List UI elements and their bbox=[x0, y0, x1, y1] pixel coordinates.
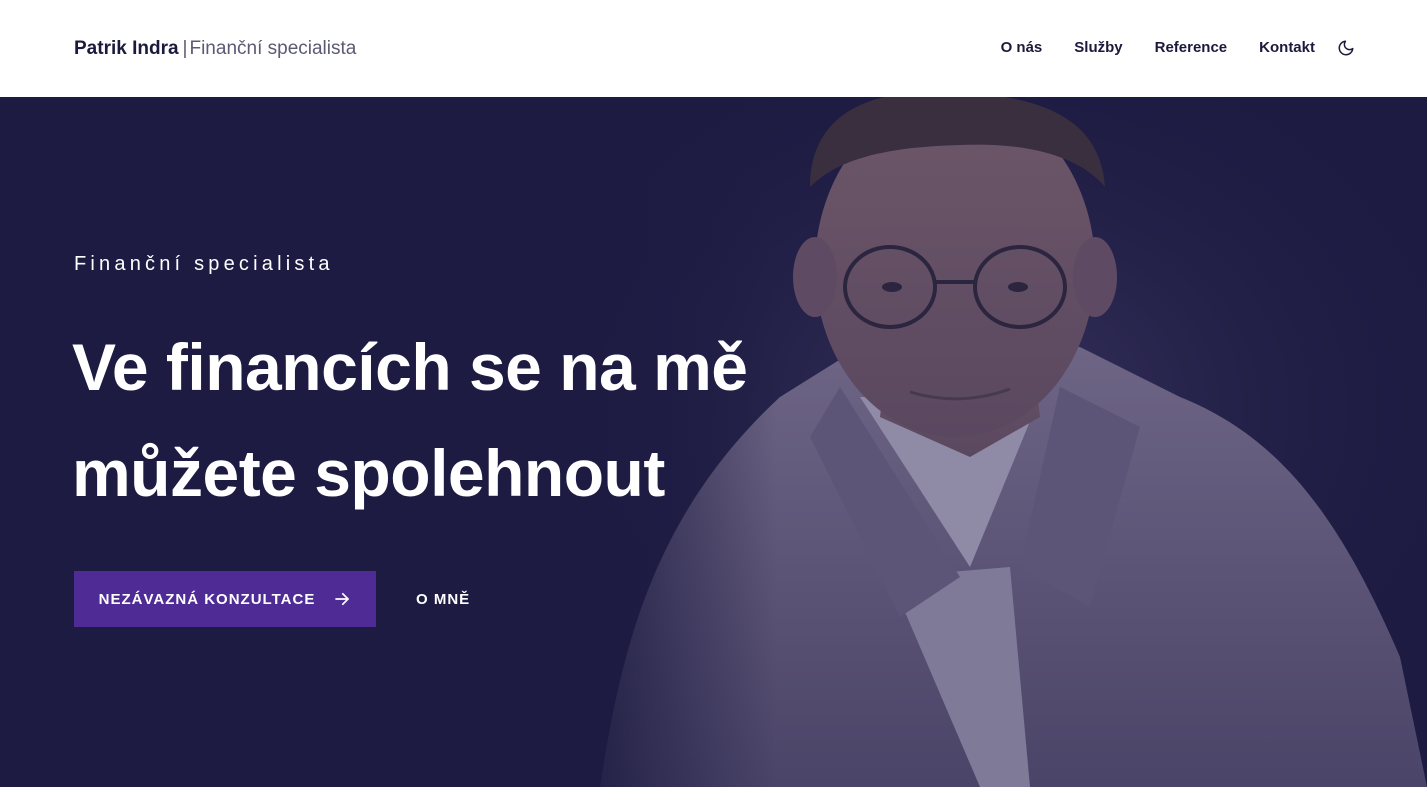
nav-item-reference[interactable]: Reference bbox=[1155, 36, 1228, 60]
nav-item-o-nas[interactable]: O nás bbox=[1001, 36, 1043, 60]
brand-separator: | bbox=[182, 38, 188, 59]
brand-name: Patrik Indra bbox=[74, 38, 179, 59]
theme-toggle-button[interactable] bbox=[1335, 37, 1357, 59]
hero-cta-row: NEZÁVAZNÁ KONZULTACE O MNĚ bbox=[74, 571, 470, 627]
free-consultation-label: NEZÁVAZNÁ KONZULTACE bbox=[98, 590, 316, 608]
moon-icon bbox=[1338, 40, 1354, 56]
hero-headline: Ve financích se na mě můžete spolehnout bbox=[72, 330, 748, 510]
brand-role: Finanční specialista bbox=[189, 38, 357, 59]
nav-item-sluzby[interactable]: Služby bbox=[1074, 36, 1122, 60]
brand-logo[interactable]: Patrik Indra | Finanční specialista bbox=[74, 37, 356, 61]
hero-section: Finanční specialista Ve financích se na … bbox=[0, 97, 1427, 787]
nav-item-kontakt[interactable]: Kontakt bbox=[1259, 36, 1315, 60]
main-nav: O nás Služby Reference Kontakt bbox=[1001, 36, 1357, 60]
about-me-link[interactable]: O MNĚ bbox=[416, 591, 470, 608]
arrow-right-icon bbox=[335, 592, 350, 606]
hero-eyebrow: Finanční specialista bbox=[74, 253, 334, 275]
free-consultation-button[interactable]: NEZÁVAZNÁ KONZULTACE bbox=[74, 571, 376, 627]
site-header: Patrik Indra | Finanční specialista O nás … bbox=[0, 0, 1427, 97]
